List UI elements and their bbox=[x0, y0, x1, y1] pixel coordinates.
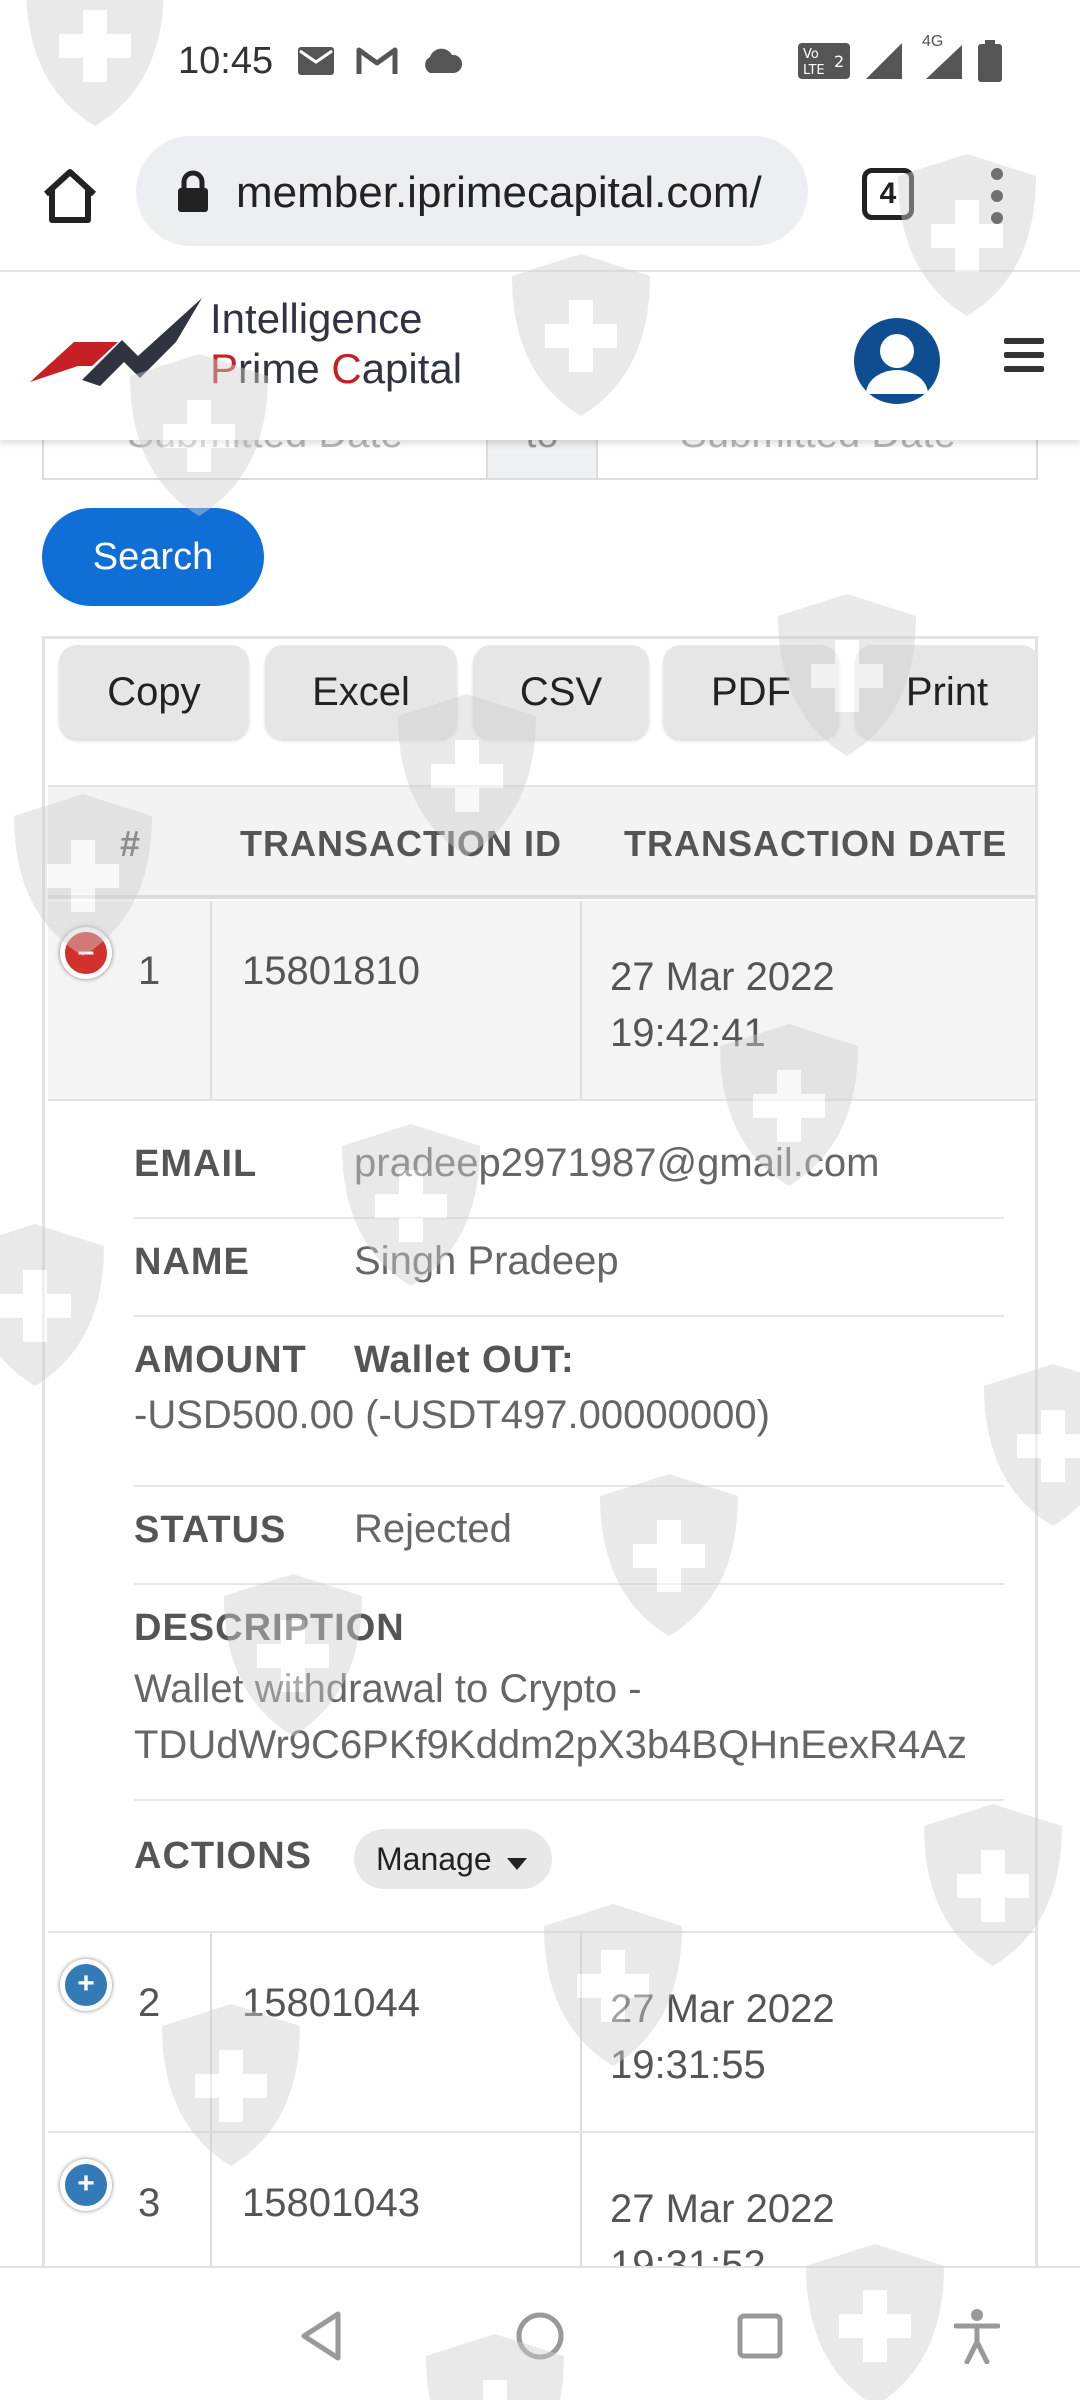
browser-toolbar: member.iprimecapital.com/ 4 bbox=[0, 130, 1080, 272]
print-button[interactable]: Print bbox=[855, 645, 1035, 739]
home-circle-icon[interactable] bbox=[514, 2310, 566, 2362]
caret-down-icon bbox=[506, 1858, 527, 1870]
name-label: NAME bbox=[134, 1241, 250, 1283]
pdf-button[interactable]: PDF bbox=[663, 645, 839, 739]
back-icon[interactable] bbox=[298, 2310, 344, 2362]
transaction-id: 15801810 bbox=[242, 949, 420, 993]
detail-amount: AMOUNT Wallet OUT: -USD500.00 (-USDT497.… bbox=[134, 1335, 1004, 1487]
column-header-date[interactable]: TRANSACTION DATE bbox=[624, 823, 1007, 865]
email-label: EMAIL bbox=[134, 1143, 258, 1185]
status-bar: 10:45 Vo LTE 2 4G bbox=[0, 0, 1080, 130]
description-value: Wallet withdrawal to Crypto - TDUdWr9C6P… bbox=[134, 1661, 967, 1773]
search-button[interactable]: Search bbox=[42, 508, 264, 606]
detail-email: EMAIL pradeep2971987@gmail.com bbox=[134, 1139, 1004, 1219]
svg-text:2: 2 bbox=[834, 52, 844, 71]
detail-description: DESCRIPTION Wallet withdrawal to Crypto … bbox=[134, 1603, 1004, 1801]
home-icon[interactable] bbox=[40, 166, 100, 226]
email-value: pradeep2971987@gmail.com bbox=[354, 1141, 880, 1185]
signal-4g-icon: 4G bbox=[918, 33, 964, 81]
export-buttons: Copy Excel CSV PDF Print bbox=[59, 645, 1035, 741]
expand-row-icon[interactable]: + bbox=[60, 1959, 112, 2011]
collapse-row-icon[interactable]: – bbox=[60, 927, 112, 979]
status-time: 10:45 bbox=[178, 40, 274, 82]
amount-value: -USD500.00 (-USDT497.00000000) bbox=[134, 1393, 770, 1437]
svg-text:LTE: LTE bbox=[803, 63, 825, 78]
cloud-icon bbox=[425, 48, 462, 73]
status-label: STATUS bbox=[134, 1509, 287, 1551]
svg-text:Vo: Vo bbox=[803, 47, 819, 62]
manage-label: Manage bbox=[376, 1841, 492, 1877]
description-line-1: Wallet withdrawal to Crypto - bbox=[134, 1667, 642, 1711]
signal-icon bbox=[866, 43, 902, 79]
mail-icon bbox=[298, 47, 334, 75]
amount-label: AMOUNT bbox=[134, 1339, 307, 1381]
transactions-table: Copy Excel CSV PDF Print # TRANSACTION I… bbox=[42, 636, 1038, 2400]
tab-switcher-button[interactable]: 4 bbox=[862, 168, 914, 220]
row-detail-panel: EMAIL pradeep2971987@gmail.com NAME Sing… bbox=[48, 1101, 1035, 1933]
description-label: DESCRIPTION bbox=[134, 1607, 405, 1649]
manage-dropdown-button[interactable]: Manage bbox=[354, 1829, 552, 1889]
logo-icon[interactable] bbox=[26, 294, 206, 404]
url-text: member.iprimecapital.com/ bbox=[236, 168, 762, 217]
row-number: 1 bbox=[138, 949, 161, 993]
url-bar[interactable]: member.iprimecapital.com/ bbox=[136, 136, 808, 246]
transaction-id: 15801044 bbox=[242, 1981, 420, 2025]
gmail-icon bbox=[356, 47, 398, 74]
actions-label: ACTIONS bbox=[134, 1835, 312, 1877]
table-row[interactable]: + 2 15801044 27 Mar 2022 19:31:55 bbox=[48, 1933, 1035, 2133]
notification-icons bbox=[298, 46, 462, 76]
row-number: 2 bbox=[138, 1981, 161, 2025]
expand-row-icon[interactable]: + bbox=[60, 2159, 112, 2211]
column-header-id[interactable]: TRANSACTION ID bbox=[240, 823, 562, 865]
transaction-date-day: 27 Mar 2022 bbox=[610, 955, 835, 999]
recents-icon[interactable] bbox=[736, 2312, 784, 2360]
transaction-id: 15801043 bbox=[242, 2181, 420, 2225]
accessibility-icon[interactable] bbox=[954, 2308, 1000, 2364]
transaction-date-time: 19:31:55 bbox=[610, 2043, 766, 2087]
name-value: Singh Pradeep bbox=[354, 1239, 619, 1283]
volte-icon: VoLTE 2 bbox=[798, 43, 850, 79]
row-number: 3 bbox=[138, 2181, 161, 2225]
detail-status: STATUS Rejected bbox=[134, 1505, 1004, 1585]
more-options-icon[interactable] bbox=[990, 166, 1004, 226]
site-header: Intelligence Prime Capital bbox=[0, 274, 1080, 440]
user-avatar[interactable] bbox=[854, 318, 940, 404]
column-header-num[interactable]: # bbox=[120, 823, 141, 865]
transaction-date-day: 27 Mar 2022 bbox=[610, 2187, 835, 2231]
table-row[interactable]: – 1 15801810 27 Mar 2022 19:42:41 bbox=[48, 901, 1035, 1101]
transaction-date-time: 19:42:41 bbox=[610, 1011, 766, 1055]
table-header: # TRANSACTION ID TRANSACTION DATE bbox=[48, 785, 1035, 899]
copy-button[interactable]: Copy bbox=[59, 645, 249, 739]
csv-button[interactable]: CSV bbox=[473, 645, 649, 739]
wallet-out-label: Wallet OUT: bbox=[354, 1339, 575, 1381]
detail-actions: ACTIONS Manage bbox=[134, 1829, 1004, 1899]
logo-text[interactable]: Intelligence Prime Capital bbox=[210, 294, 462, 394]
excel-button[interactable]: Excel bbox=[265, 645, 457, 739]
status-value: Rejected bbox=[354, 1507, 512, 1551]
system-icons: Vo LTE 2 4G bbox=[798, 33, 1002, 82]
detail-name: NAME Singh Pradeep bbox=[134, 1237, 1004, 1317]
transaction-date: 27 Mar 2022 19:42:41 bbox=[610, 949, 835, 1061]
menu-icon[interactable] bbox=[1004, 338, 1044, 372]
logo-line-1: Intelligence bbox=[210, 295, 423, 342]
transaction-date-day: 27 Mar 2022 bbox=[610, 1987, 835, 2031]
system-nav-bar bbox=[0, 2266, 1080, 2400]
user-icon bbox=[866, 334, 928, 394]
lock-icon bbox=[178, 170, 208, 212]
description-line-2: TDUdWr9C6PKf9Kddm2pX3b4BQHnEexR4Az bbox=[134, 1723, 967, 1767]
transaction-date: 27 Mar 2022 19:31:55 bbox=[610, 1981, 835, 2093]
logo-line-2: Prime Capital bbox=[210, 345, 463, 392]
battery-icon bbox=[978, 40, 1002, 82]
